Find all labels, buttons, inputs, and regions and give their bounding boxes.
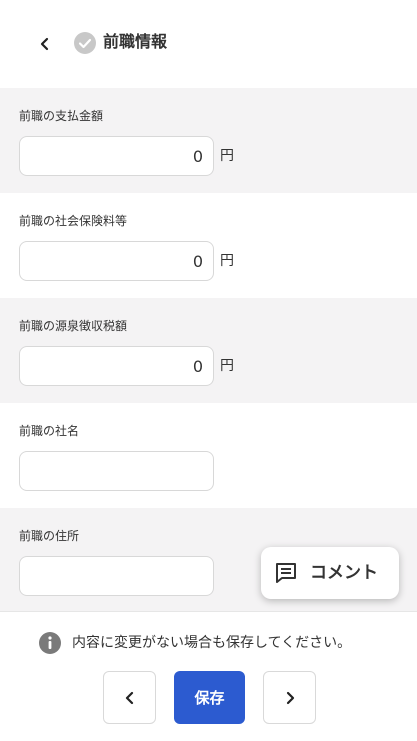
withholding-tax-input[interactable]: 0 bbox=[19, 346, 214, 386]
footer: 内容に変更がない場合も保存してください。 保存 bbox=[0, 611, 417, 741]
page-title: 前職情報 bbox=[103, 32, 168, 51]
field-label: 前職の支払金額 bbox=[19, 109, 104, 123]
notice-text: 内容に変更がない場合も保存してください。 bbox=[72, 635, 352, 651]
social-insurance-input[interactable]: 0 bbox=[19, 241, 214, 281]
next-button[interactable] bbox=[263, 671, 316, 724]
field-label: 前職の社名 bbox=[19, 424, 80, 438]
field-label: 前職の源泉徴収税額 bbox=[19, 319, 128, 333]
save-button[interactable]: 保存 bbox=[174, 671, 245, 724]
field-section-withholding-tax: 前職の源泉徴収税額 0 円 bbox=[0, 298, 417, 403]
comment-icon bbox=[276, 563, 296, 583]
comment-button[interactable]: コメント bbox=[261, 547, 399, 599]
field-label: 前職の住所 bbox=[19, 529, 80, 543]
header: 前職情報 bbox=[0, 0, 417, 88]
info-icon bbox=[39, 632, 61, 654]
notice: 内容に変更がない場合も保存してください。 bbox=[39, 632, 351, 654]
prev-button[interactable] bbox=[103, 671, 156, 724]
payment-amount-input[interactable]: 0 bbox=[19, 136, 214, 176]
field-section-payment: 前職の支払金額 0 円 bbox=[0, 88, 417, 193]
field-section-company-name: 前職の社名 bbox=[0, 403, 417, 508]
back-button[interactable] bbox=[34, 33, 56, 55]
unit-label: 円 bbox=[220, 358, 234, 374]
unit-label: 円 bbox=[220, 253, 234, 269]
company-name-input[interactable] bbox=[19, 451, 214, 491]
field-section-social-insurance: 前職の社会保険料等 0 円 bbox=[0, 193, 417, 298]
address-input[interactable] bbox=[19, 556, 214, 596]
chevron-left-icon bbox=[125, 691, 133, 704]
page: 前職情報 前職の支払金額 0 円 前職の社会保険料等 0 円 前職の源泉徴収税額… bbox=[0, 0, 417, 741]
field-label: 前職の社会保険料等 bbox=[19, 214, 128, 228]
comment-label: コメント bbox=[310, 563, 378, 583]
check-circle-icon bbox=[74, 32, 96, 54]
chevron-right-icon bbox=[286, 691, 294, 704]
chevron-left-icon bbox=[40, 37, 49, 51]
unit-label: 円 bbox=[220, 148, 234, 164]
